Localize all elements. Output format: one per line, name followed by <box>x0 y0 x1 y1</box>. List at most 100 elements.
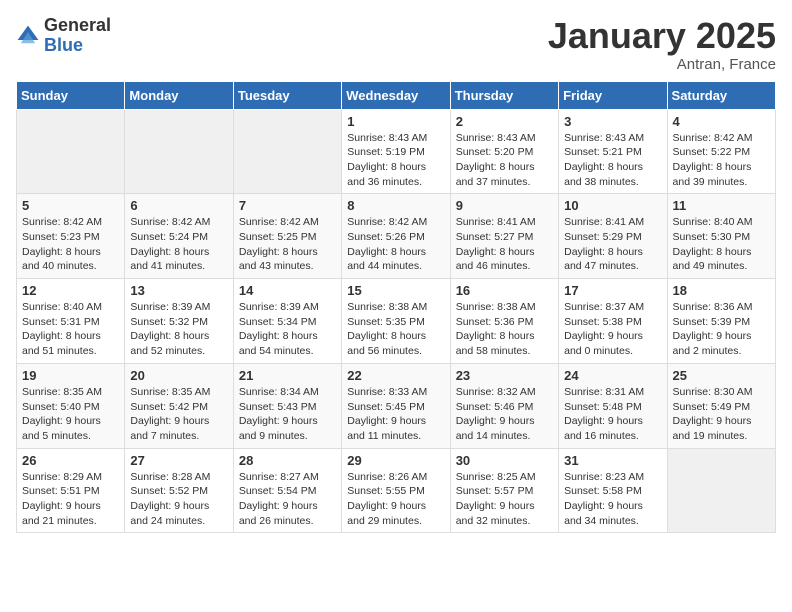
cell-info: Sunrise: 8:42 AM Sunset: 5:24 PM Dayligh… <box>130 215 227 274</box>
cell-info: Sunrise: 8:31 AM Sunset: 5:48 PM Dayligh… <box>564 385 661 444</box>
weekday-header: Tuesday <box>233 81 341 109</box>
cell-info: Sunrise: 8:41 AM Sunset: 5:27 PM Dayligh… <box>456 215 553 274</box>
calendar-cell: 10Sunrise: 8:41 AM Sunset: 5:29 PM Dayli… <box>559 194 667 279</box>
cell-info: Sunrise: 8:39 AM Sunset: 5:32 PM Dayligh… <box>130 300 227 359</box>
cell-info: Sunrise: 8:42 AM Sunset: 5:22 PM Dayligh… <box>673 131 770 190</box>
logo-blue: Blue <box>44 36 111 56</box>
calendar-cell: 4 Sunrise: 8:42 AM Sunset: 5:22 PM Daylig… <box>667 109 775 194</box>
cell-info: Sunrise: 8:42 AM Sunset: 5:25 PM Dayligh… <box>239 215 336 274</box>
day-number: 6 <box>130 198 227 213</box>
calendar-cell: 29Sunrise: 8:26 AM Sunset: 5:55 PM Dayli… <box>342 448 450 533</box>
cell-info: Sunrise: 8:32 AM Sunset: 5:46 PM Dayligh… <box>456 385 553 444</box>
calendar-cell: 17Sunrise: 8:37 AM Sunset: 5:38 PM Dayli… <box>559 279 667 364</box>
calendar-cell: 19 Sunrise: 8:35 AM Sunset: 5:40 PM Dayli… <box>17 363 125 448</box>
logo-text: General Blue <box>44 16 111 56</box>
calendar-week-row: 12 Sunrise: 8:40 AM Sunset: 5:31 PM Dayli… <box>17 279 776 364</box>
day-number: 19 <box>22 368 119 383</box>
calendar-cell: 14 Sunrise: 8:39 AM Sunset: 5:34 PM Dayli… <box>233 279 341 364</box>
calendar-cell: 16Sunrise: 8:38 AM Sunset: 5:36 PM Dayli… <box>450 279 558 364</box>
cell-info: Sunrise: 8:29 AM Sunset: 5:51 PM Dayligh… <box>22 470 119 529</box>
day-number: 24 <box>564 368 661 383</box>
calendar-week-row: 19 Sunrise: 8:35 AM Sunset: 5:40 PM Dayli… <box>17 363 776 448</box>
month-title: January 2025 <box>548 16 776 56</box>
calendar-cell: 23Sunrise: 8:32 AM Sunset: 5:46 PM Dayli… <box>450 363 558 448</box>
day-number: 30 <box>456 453 553 468</box>
calendar-cell: 21Sunrise: 8:34 AM Sunset: 5:43 PM Dayli… <box>233 363 341 448</box>
page-header: General Blue January 2025 Antran, France <box>16 16 776 73</box>
calendar-week-row: 1Sunrise: 8:43 AM Sunset: 5:19 PM Daylig… <box>17 109 776 194</box>
day-number: 16 <box>456 283 553 298</box>
day-number: 7 <box>239 198 336 213</box>
day-number: 2 <box>456 114 553 129</box>
calendar-cell <box>667 448 775 533</box>
weekday-header: Thursday <box>450 81 558 109</box>
day-number: 26 <box>22 453 119 468</box>
cell-info: Sunrise: 8:42 AM Sunset: 5:26 PM Dayligh… <box>347 215 444 274</box>
calendar-table: SundayMondayTuesdayWednesdayThursdayFrid… <box>16 81 776 534</box>
day-number: 14 <box>239 283 336 298</box>
day-number: 31 <box>564 453 661 468</box>
day-number: 29 <box>347 453 444 468</box>
calendar-week-row: 26 Sunrise: 8:29 AM Sunset: 5:51 PM Dayli… <box>17 448 776 533</box>
weekday-row: SundayMondayTuesdayWednesdayThursdayFrid… <box>17 81 776 109</box>
calendar-cell: 27Sunrise: 8:28 AM Sunset: 5:52 PM Dayli… <box>125 448 233 533</box>
logo: General Blue <box>16 16 111 56</box>
day-number: 1 <box>347 114 444 129</box>
cell-info: Sunrise: 8:27 AM Sunset: 5:54 PM Dayligh… <box>239 470 336 529</box>
cell-info: Sunrise: 8:38 AM Sunset: 5:35 PM Dayligh… <box>347 300 444 359</box>
location-subtitle: Antran, France <box>548 56 776 73</box>
cell-info: Sunrise: 8:30 AM Sunset: 5:49 PM Dayligh… <box>673 385 770 444</box>
day-number: 28 <box>239 453 336 468</box>
calendar-cell: 6 Sunrise: 8:42 AM Sunset: 5:24 PM Daylig… <box>125 194 233 279</box>
weekday-header: Sunday <box>17 81 125 109</box>
calendar-cell: 15Sunrise: 8:38 AM Sunset: 5:35 PM Dayli… <box>342 279 450 364</box>
cell-info: Sunrise: 8:42 AM Sunset: 5:23 PM Dayligh… <box>22 215 119 274</box>
calendar-cell: 20Sunrise: 8:35 AM Sunset: 5:42 PM Dayli… <box>125 363 233 448</box>
calendar-cell: 31 Sunrise: 8:23 AM Sunset: 5:58 PM Dayli… <box>559 448 667 533</box>
day-number: 20 <box>130 368 227 383</box>
calendar-cell: 22 Sunrise: 8:33 AM Sunset: 5:45 PM Dayli… <box>342 363 450 448</box>
cell-info: Sunrise: 8:35 AM Sunset: 5:40 PM Dayligh… <box>22 385 119 444</box>
day-number: 8 <box>347 198 444 213</box>
cell-info: Sunrise: 8:25 AM Sunset: 5:57 PM Dayligh… <box>456 470 553 529</box>
calendar-week-row: 5 Sunrise: 8:42 AM Sunset: 5:23 PM Daylig… <box>17 194 776 279</box>
calendar-cell: 1Sunrise: 8:43 AM Sunset: 5:19 PM Daylig… <box>342 109 450 194</box>
calendar-cell: 13Sunrise: 8:39 AM Sunset: 5:32 PM Dayli… <box>125 279 233 364</box>
cell-info: Sunrise: 8:33 AM Sunset: 5:45 PM Dayligh… <box>347 385 444 444</box>
calendar-cell: 18 Sunrise: 8:36 AM Sunset: 5:39 PM Dayli… <box>667 279 775 364</box>
day-number: 4 <box>673 114 770 129</box>
calendar-cell: 7 Sunrise: 8:42 AM Sunset: 5:25 PM Daylig… <box>233 194 341 279</box>
day-number: 18 <box>673 283 770 298</box>
calendar-cell <box>17 109 125 194</box>
calendar-cell: 9 Sunrise: 8:41 AM Sunset: 5:27 PM Daylig… <box>450 194 558 279</box>
cell-info: Sunrise: 8:39 AM Sunset: 5:34 PM Dayligh… <box>239 300 336 359</box>
calendar-header: SundayMondayTuesdayWednesdayThursdayFrid… <box>17 81 776 109</box>
day-number: 12 <box>22 283 119 298</box>
day-number: 21 <box>239 368 336 383</box>
day-number: 5 <box>22 198 119 213</box>
calendar-cell: 30 Sunrise: 8:25 AM Sunset: 5:57 PM Dayli… <box>450 448 558 533</box>
calendar-cell <box>125 109 233 194</box>
cell-info: Sunrise: 8:40 AM Sunset: 5:30 PM Dayligh… <box>673 215 770 274</box>
cell-info: Sunrise: 8:43 AM Sunset: 5:21 PM Dayligh… <box>564 131 661 190</box>
calendar-cell: 28 Sunrise: 8:27 AM Sunset: 5:54 PM Dayli… <box>233 448 341 533</box>
day-number: 25 <box>673 368 770 383</box>
cell-info: Sunrise: 8:41 AM Sunset: 5:29 PM Dayligh… <box>564 215 661 274</box>
cell-info: Sunrise: 8:40 AM Sunset: 5:31 PM Dayligh… <box>22 300 119 359</box>
calendar-cell: 5 Sunrise: 8:42 AM Sunset: 5:23 PM Daylig… <box>17 194 125 279</box>
calendar-cell: 12 Sunrise: 8:40 AM Sunset: 5:31 PM Dayli… <box>17 279 125 364</box>
cell-info: Sunrise: 8:37 AM Sunset: 5:38 PM Dayligh… <box>564 300 661 359</box>
calendar-cell: 11 Sunrise: 8:40 AM Sunset: 5:30 PM Dayli… <box>667 194 775 279</box>
day-number: 22 <box>347 368 444 383</box>
weekday-header: Saturday <box>667 81 775 109</box>
weekday-header: Friday <box>559 81 667 109</box>
cell-info: Sunrise: 8:36 AM Sunset: 5:39 PM Dayligh… <box>673 300 770 359</box>
calendar-cell: 2Sunrise: 8:43 AM Sunset: 5:20 PM Daylig… <box>450 109 558 194</box>
day-number: 11 <box>673 198 770 213</box>
weekday-header: Monday <box>125 81 233 109</box>
logo-general: General <box>44 16 111 36</box>
calendar-cell <box>233 109 341 194</box>
cell-info: Sunrise: 8:23 AM Sunset: 5:58 PM Dayligh… <box>564 470 661 529</box>
calendar-cell: 3Sunrise: 8:43 AM Sunset: 5:21 PM Daylig… <box>559 109 667 194</box>
day-number: 9 <box>456 198 553 213</box>
